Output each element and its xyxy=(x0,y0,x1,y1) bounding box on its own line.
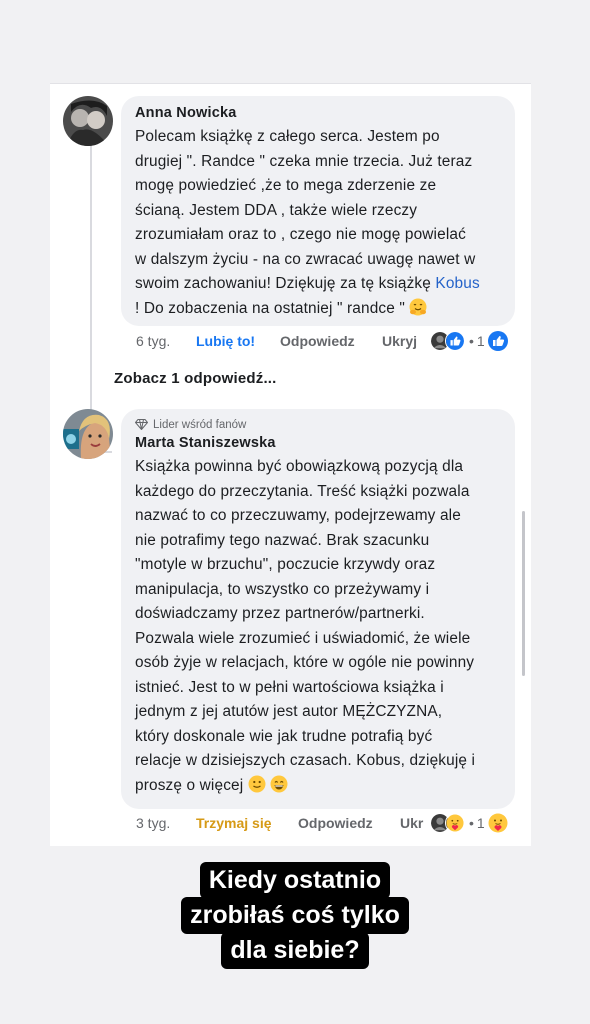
avatar-marta[interactable] xyxy=(63,409,113,459)
caption-line: dla siebie? xyxy=(221,932,369,969)
avatar-anna[interactable] xyxy=(63,96,113,146)
reaction-count: 1 xyxy=(476,333,485,349)
thread-line xyxy=(90,145,92,445)
comment-actions: 3 tyg. Trzymaj się Odpowiedz Ukr • 1 xyxy=(136,813,516,835)
comments-panel: Anna Nowicka Polecam książkę z całego se… xyxy=(50,83,531,846)
fan-badge: Lider wśród fanów xyxy=(135,418,501,431)
separator-dot: • xyxy=(469,815,474,831)
comment-text: Książka powinna być obowiązkową pozycją … xyxy=(135,455,501,798)
comment-bubble: Lider wśród fanów Marta Staniszewska Ksi… xyxy=(121,409,515,809)
reaction-count: 1 xyxy=(476,815,485,831)
care-reaction-button[interactable]: Trzymaj się xyxy=(196,815,272,831)
like-icon xyxy=(487,331,508,351)
comment-text-part: Książka powinna być obowiązkową pozycją … xyxy=(135,458,476,794)
caption-line: Kiedy ostatnio xyxy=(199,862,391,899)
comment-bubble: Anna Nowicka Polecam książkę z całego se… xyxy=(121,96,515,326)
scrollbar[interactable] xyxy=(522,511,525,676)
comment-author[interactable]: Anna Nowicka xyxy=(135,105,501,121)
reaction-summary[interactable]: • 1 xyxy=(430,813,508,833)
diamond-icon xyxy=(135,419,148,430)
comment-timestamp[interactable]: 6 tyg. xyxy=(136,333,170,349)
like-icon xyxy=(445,331,465,351)
like-button[interactable]: Lubię to! xyxy=(196,333,255,349)
comment-text-part: ! Do zobaczenia na ostatniej " randce " xyxy=(135,299,406,317)
comment-actions: 6 tyg. Lubię to! Odpowiedz Ukryj • 1 xyxy=(136,331,516,353)
hugging-face-emoji xyxy=(409,298,427,316)
caption-line: zrobiłaś coś tylko xyxy=(181,897,409,934)
see-replies-link[interactable]: Zobacz 1 odpowiedź... xyxy=(114,370,277,387)
reply-button[interactable]: Odpowiedz xyxy=(280,333,355,349)
care-icon xyxy=(445,813,465,833)
hide-button[interactable]: Ukryj xyxy=(382,333,417,349)
slightly-smiling-emoji xyxy=(248,775,266,793)
divider xyxy=(50,83,531,84)
fan-badge-label: Lider wśród fanów xyxy=(153,418,247,431)
care-icon xyxy=(488,813,508,833)
comment-text-part: Polecam książkę z całego serca. Jestem p… xyxy=(135,128,476,292)
reply-button[interactable]: Odpowiedz xyxy=(298,815,373,831)
mention-link[interactable]: Kobus xyxy=(435,275,479,292)
comment-author[interactable]: Marta Staniszewska xyxy=(135,435,501,451)
reaction-summary[interactable]: • 1 xyxy=(430,331,508,351)
comment-timestamp[interactable]: 3 tyg. xyxy=(136,815,170,831)
hide-button[interactable]: Ukr xyxy=(400,815,423,831)
grinning-emoji xyxy=(270,775,288,793)
story-caption: Kiedy ostatnio zrobiłaś coś tylko dla si… xyxy=(0,862,590,969)
separator-dot: • xyxy=(469,333,474,349)
comment-text: Polecam książkę z całego serca. Jestem p… xyxy=(135,125,501,321)
